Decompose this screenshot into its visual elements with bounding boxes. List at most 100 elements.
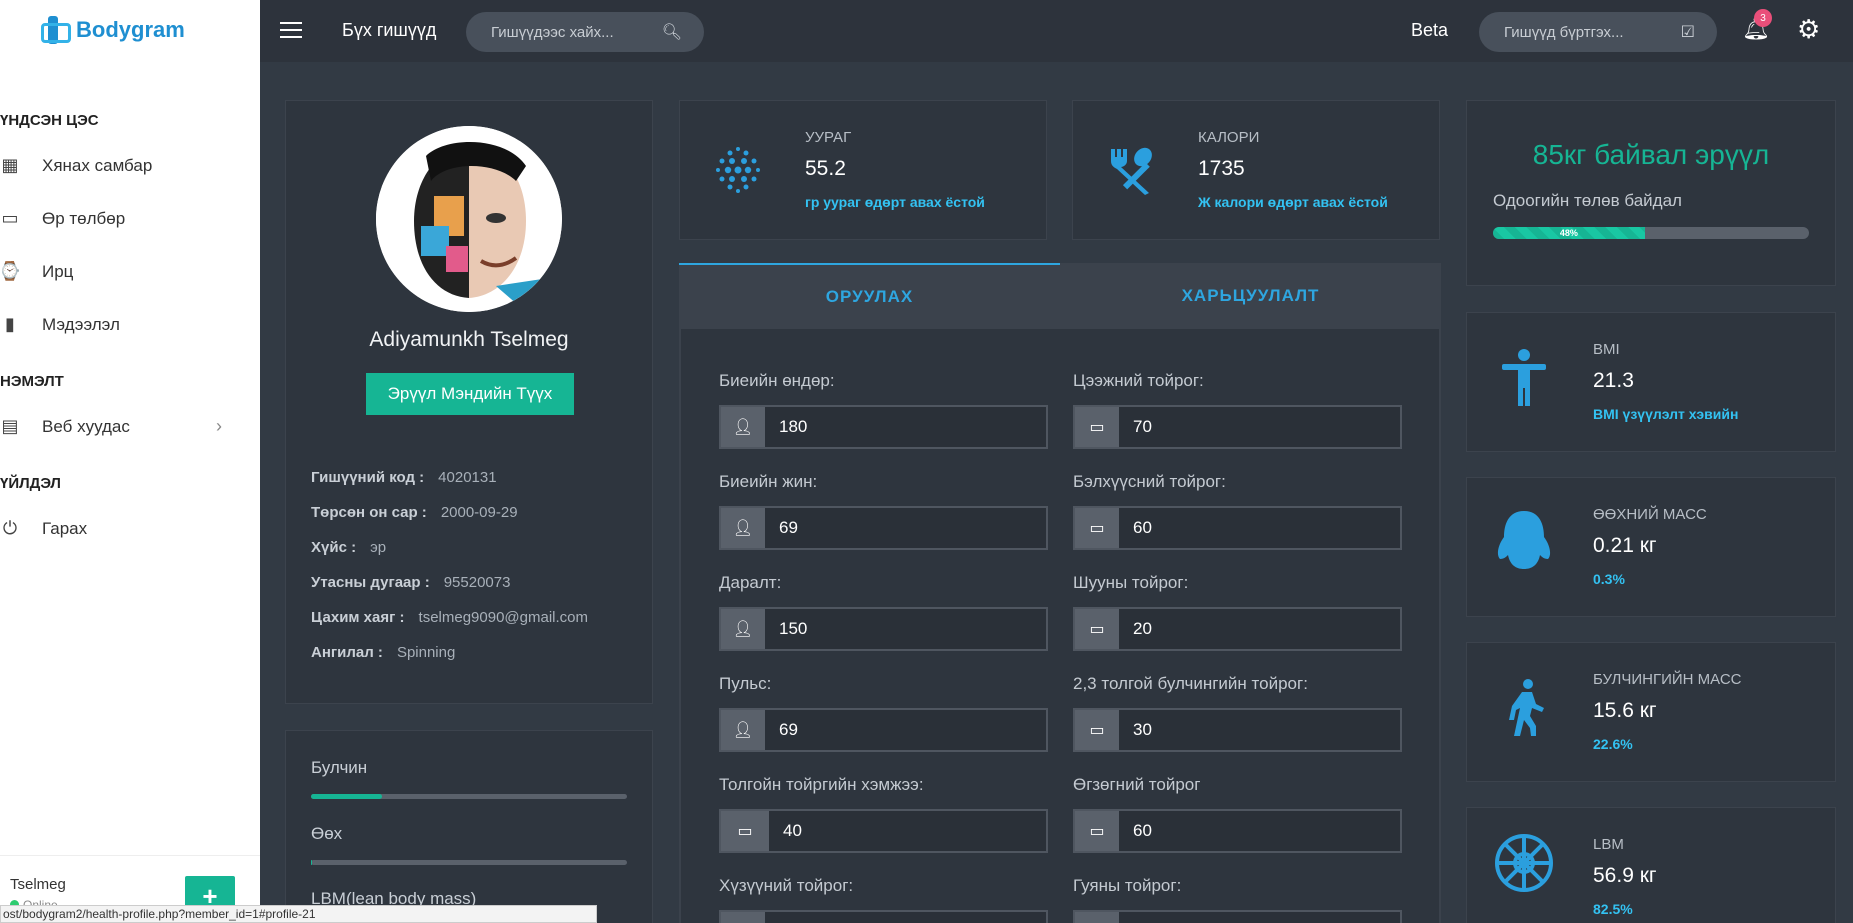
gear-icon[interactable]: ⚙ <box>1797 14 1820 45</box>
section-title-action: ҮЙЛДЭЛ <box>0 475 61 492</box>
calorie-card: КАЛОРИ 1735 Ж калори өдөрт авах ёстой <box>1072 100 1440 240</box>
height-field[interactable]: 👤︎ 180 <box>719 405 1048 449</box>
info-gender: Хүйс : эр <box>311 539 386 556</box>
biceps-circ-value: 30 <box>1133 720 1152 739</box>
current-user-name: Tselmeg <box>10 876 66 893</box>
topbar: Бүх гишүүд Гишүүдээс хайх... 🔍︎ Beta Гиш… <box>260 0 1853 62</box>
ruler-icon: ▭ <box>1075 912 1119 923</box>
fork-spoon-icon <box>1103 141 1159 197</box>
pulse-value: 69 <box>779 720 798 739</box>
hamburger-menu-icon[interactable] <box>280 22 302 38</box>
forearm-circ-field[interactable]: ▭ 20 <box>1073 607 1402 651</box>
pressure-field[interactable]: 👤︎ 150 <box>719 607 1048 651</box>
ghost-icon <box>1489 506 1559 576</box>
bar-fill-fat <box>311 860 312 865</box>
health-history-button[interactable]: Эрүүл Мэндийн Түүх <box>366 373 574 415</box>
neck-circ-field[interactable]: ▭ <box>719 910 1048 923</box>
watch-icon: ⌚ <box>0 261 22 281</box>
info-value: эр <box>370 539 387 556</box>
user-icon: 👤︎ <box>721 508 765 548</box>
dots-icon <box>710 141 766 197</box>
bar-fill-muscle <box>311 794 383 799</box>
calorie-value: 1735 <box>1198 157 1245 180</box>
health-progress-fill: 48% <box>1493 227 1645 239</box>
weight-value: 69 <box>779 518 798 537</box>
label-biceps-circ: 2,3 толгой булчингийн тойрог: <box>1073 674 1308 693</box>
label-weight: Биеийн жин: <box>719 472 818 491</box>
muscle-mass-note: 22.6% <box>1593 736 1633 752</box>
neck-circ-value <box>765 912 779 923</box>
info-value: Spinning <box>396 644 456 661</box>
ruler-icon: ▭ <box>1075 407 1119 447</box>
waist-circ-value: 60 <box>1133 518 1152 537</box>
register-member-select[interactable]: Гишүүд бүртгэх... ☑ <box>1479 12 1717 52</box>
ruler-icon: ▭ <box>1075 609 1119 649</box>
sidebar-item-info[interactable]: ▮ Мэдээлэл <box>0 298 260 351</box>
waist-circ-field[interactable]: ▭ 60 <box>1073 506 1402 550</box>
protein-note: гр уураг өдөрт авах ёстой <box>805 194 985 210</box>
info-value: tselmeg9090@gmail.com <box>418 609 588 626</box>
page-title[interactable]: Бүх гишүүд <box>342 20 436 41</box>
fat-mass-caption: ӨӨХНИЙ МАСС <box>1593 506 1707 523</box>
sidebar-item-logout[interactable]: ⏻ Гарах <box>0 502 260 555</box>
info-birthdate: Төрсөн он сар : 2000-09-29 <box>311 504 518 521</box>
info-category: Ангилал : Spinning <box>311 644 455 661</box>
chest-circ-field[interactable]: ▭ 70 <box>1073 405 1402 449</box>
sidebar-item-label: Хянах самбар <box>42 155 153 175</box>
bar-track-fat <box>311 860 627 865</box>
sidebar-item-label: Мэдээлэл <box>42 314 120 334</box>
info-phone: Утасны дугаар : 95520073 <box>311 574 510 591</box>
label-waist-circ: Бэлхүүсний тойрог: <box>1073 472 1226 491</box>
calorie-caption: КАЛОРИ <box>1198 129 1260 146</box>
bar-label-muscle: Булчин <box>311 758 368 777</box>
section-title-main: ҮНДСЭН ЦЭС <box>0 112 99 129</box>
bmi-note: BMI үзүүлэлт хэвийн <box>1593 406 1739 422</box>
sidebar-item-dashboard[interactable]: ▦ Хянах самбар <box>0 139 260 192</box>
info-label: Хүйс : <box>311 539 357 556</box>
lbm-note: 82.5% <box>1593 901 1633 917</box>
ruler-icon: ▭ <box>1075 710 1119 750</box>
composition-card: Булчин Өөх LBM(lean body mass) <box>285 730 653 923</box>
label-head-circ: Толгойн тойргийн хэмжээ: <box>719 775 924 794</box>
info-member-code: Гишүүний код : 4020131 <box>311 469 497 486</box>
healthy-subtitle: Одоогийн төлөв байдал <box>1493 191 1682 210</box>
logo[interactable]: Bodygram <box>0 0 260 60</box>
web-icon: ▤ <box>1 416 19 436</box>
sidebar-item-attendance[interactable]: ⌚ Ирц <box>0 245 260 298</box>
search-icon[interactable]: 🔍︎ <box>662 22 682 42</box>
hip-circ-value: 60 <box>1133 821 1152 840</box>
healthy-weight-card: 85кг байвал эрүүл Одоогийн төлөв байдал … <box>1466 100 1836 286</box>
sidebar-item-web[interactable]: ▤ Веб хуудас › <box>0 400 260 453</box>
sidebar-item-label: Ирц <box>42 261 74 281</box>
app-name: Bodygram <box>76 17 185 42</box>
sidebar: Bodygram ҮНДСЭН ЦЭС ▦ Хянах самбар ▭ Өр … <box>0 0 260 923</box>
profile-name: Adiyamunkh Tselmeg <box>369 328 569 351</box>
hip-circ-field[interactable]: ▭ 60 <box>1073 809 1402 853</box>
notification-badge: 3 <box>1754 9 1772 27</box>
info-label: Төрсөн он сар : <box>311 504 427 521</box>
calorie-note: Ж калори өдөрт авах ёстой <box>1198 194 1388 210</box>
sidebar-item-debt[interactable]: ▭ Өр төлбөр <box>0 192 260 245</box>
tab-insert[interactable]: ОРУУЛАХ <box>679 263 1060 329</box>
user-icon: 👤︎ <box>721 609 765 649</box>
protein-value: 55.2 <box>805 157 846 180</box>
lbm-card: LBM 56.9 кг 82.5% <box>1466 807 1836 923</box>
height-value: 180 <box>779 417 808 436</box>
search-input[interactable]: Гишүүдээс хайх... 🔍︎ <box>466 12 704 52</box>
chevron-right-icon: › <box>216 416 222 436</box>
thigh-circ-field[interactable]: ▭ <box>1073 910 1402 923</box>
tab-compare[interactable]: ХАРЬЦУУЛАЛТ <box>1060 263 1441 329</box>
weight-field[interactable]: 👤︎ 69 <box>719 506 1048 550</box>
label-neck-circ: Хүзүүний тойрог: <box>719 876 854 895</box>
bmi-card: BMI 21.3 BMI үзүүлэлт хэвийн <box>1466 312 1836 452</box>
muscle-mass-card: БУЛЧИНГИЙН МАСС 15.6 кг 22.6% <box>1466 642 1836 782</box>
lbm-caption: LBM <box>1593 836 1624 853</box>
bodygram-logo-icon <box>38 14 71 46</box>
biceps-circ-field[interactable]: ▭ 30 <box>1073 708 1402 752</box>
chart-icon: ▮ <box>5 314 15 334</box>
label-hip-circ: Өгзөгний тойрог <box>1073 775 1201 794</box>
fat-mass-card: ӨӨХНИЙ МАСС 0.21 кг 0.3% <box>1466 477 1836 617</box>
pulse-field[interactable]: 👤︎ 69 <box>719 708 1048 752</box>
head-circ-field[interactable]: ▭ 40 <box>719 809 1048 853</box>
user-icon: 👤︎ <box>721 407 765 447</box>
